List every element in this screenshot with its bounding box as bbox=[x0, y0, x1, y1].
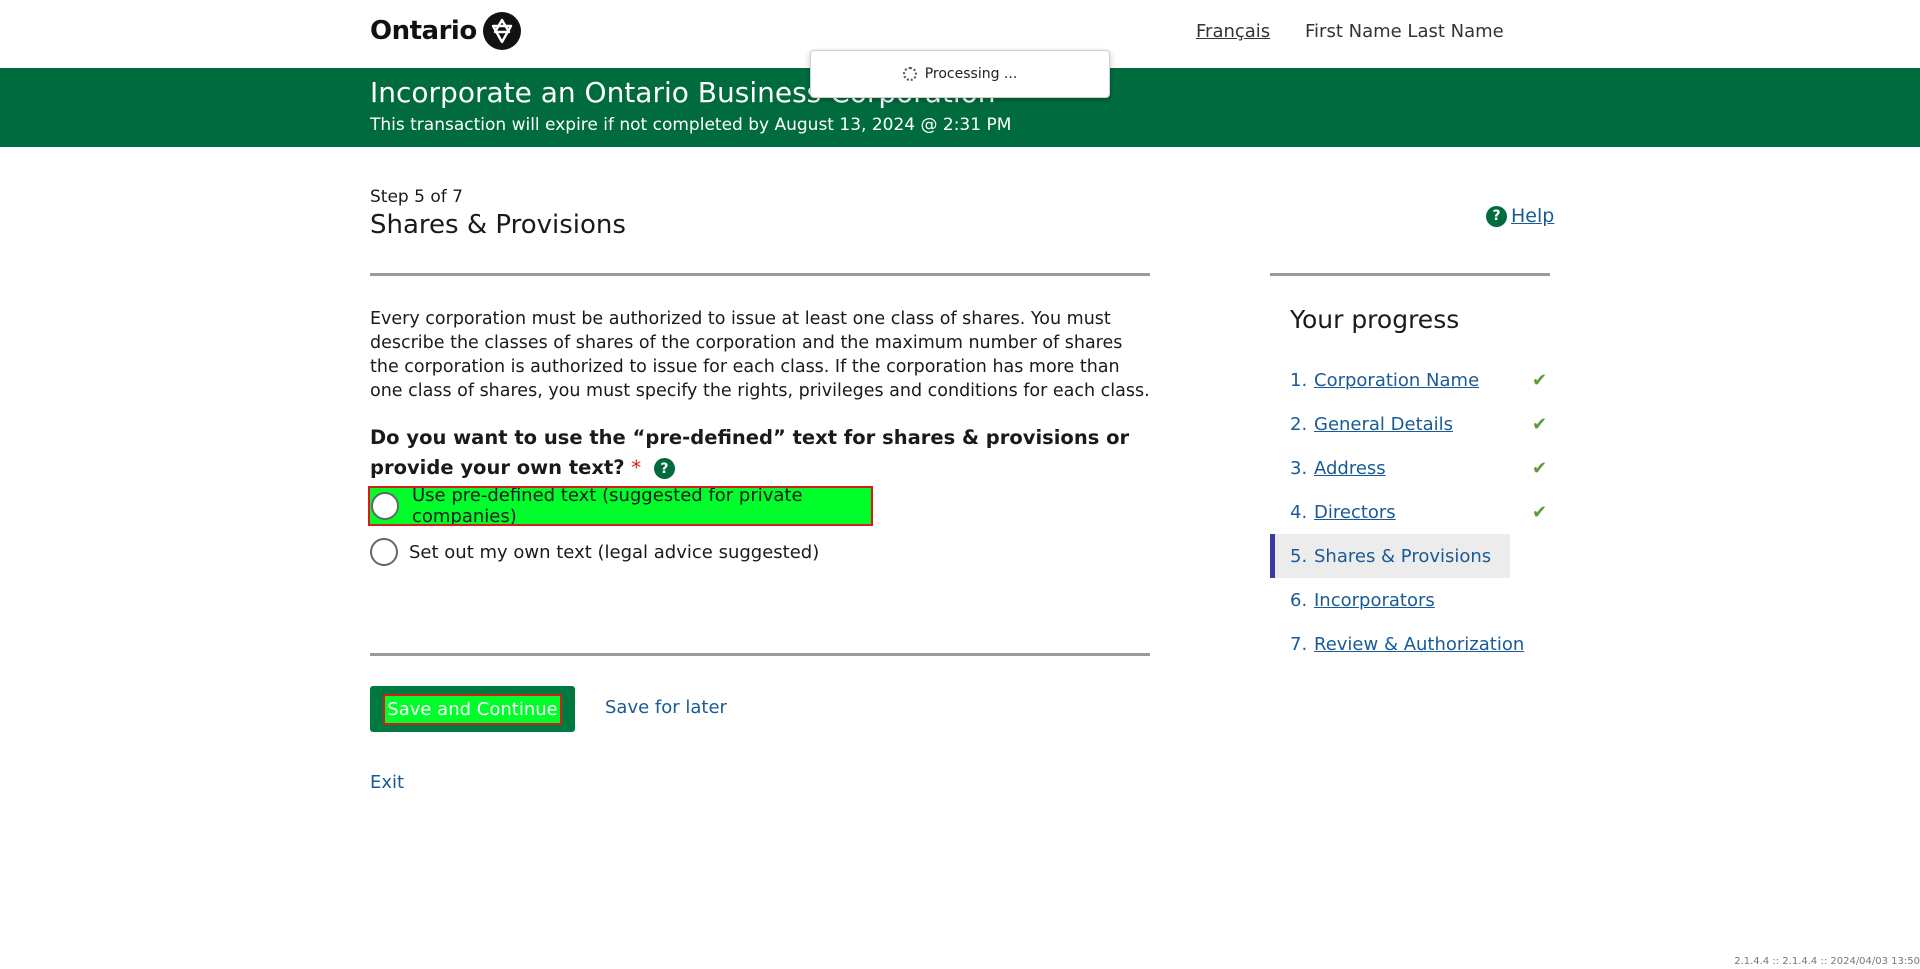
radio-label-predefined[interactable]: Use pre-defined text (suggested for priv… bbox=[412, 485, 871, 527]
radio-button-predefined[interactable] bbox=[371, 492, 399, 520]
checkmark-icon: ✔ bbox=[1532, 458, 1548, 479]
progress-item-link[interactable]: Review & Authorization bbox=[1314, 634, 1524, 655]
required-asterisk: * bbox=[631, 456, 642, 479]
question-help-icon[interactable]: ? bbox=[653, 458, 675, 479]
progress-item-number: 1. bbox=[1290, 369, 1308, 391]
save-and-continue-label[interactable]: Save and Continue bbox=[383, 693, 562, 725]
version-text: 2.1.4.4 :: 2.1.4.4 :: 2024/04/03 13:50 bbox=[1734, 956, 1920, 967]
progress-item-current-label: Shares & Provisions bbox=[1314, 545, 1492, 567]
divider-bottom bbox=[370, 653, 1150, 656]
ontario-logo[interactable]: Ontario bbox=[370, 10, 521, 52]
save-for-later-link[interactable]: Save for later bbox=[605, 697, 727, 718]
logo-text: Ontario bbox=[370, 16, 477, 46]
help-link[interactable]: Help bbox=[1511, 205, 1554, 227]
save-and-continue-button[interactable]: Save and Continue bbox=[370, 686, 575, 732]
language-toggle-link[interactable]: Français bbox=[1196, 21, 1270, 42]
progress-item-corporation-name[interactable]: 1. Corporation Name ✔ bbox=[1270, 358, 1547, 402]
progress-item-address[interactable]: 3. Address ✔ bbox=[1270, 446, 1547, 490]
progress-item-link[interactable]: Address bbox=[1314, 458, 1386, 479]
checkmark-icon: ✔ bbox=[1532, 370, 1548, 391]
progress-title: Your progress bbox=[1290, 305, 1460, 334]
progress-item-shares-provisions: 5. Shares & Provisions bbox=[1270, 534, 1510, 578]
progress-item-directors[interactable]: 4. Directors ✔ bbox=[1270, 490, 1547, 534]
page-title: Shares & Provisions bbox=[370, 210, 626, 240]
processing-toast: Processing ... bbox=[810, 50, 1110, 98]
progress-list: 1. Corporation Name ✔ 2. General Details… bbox=[1270, 358, 1547, 666]
shares-description: Every corporation must be authorized to … bbox=[370, 309, 1150, 401]
trillium-icon bbox=[482, 12, 521, 50]
question-circle-icon[interactable]: ? bbox=[1486, 205, 1507, 227]
checkmark-icon: ✔ bbox=[1532, 502, 1548, 523]
checkmark-icon: ✔ bbox=[1532, 414, 1548, 435]
progress-item-number: 3. bbox=[1290, 457, 1308, 479]
progress-item-number: 7. bbox=[1290, 633, 1308, 655]
spinner-icon bbox=[902, 67, 917, 81]
exit-link[interactable]: Exit bbox=[370, 772, 404, 793]
question-label: Do you want to use the “pre-defined” tex… bbox=[370, 423, 1160, 483]
user-name[interactable]: First Name Last Name bbox=[1305, 21, 1504, 42]
progress-item-general-details[interactable]: 2. General Details ✔ bbox=[1270, 402, 1547, 446]
progress-item-link[interactable]: General Details bbox=[1314, 414, 1453, 435]
progress-item-link[interactable]: Incorporators bbox=[1314, 590, 1435, 611]
step-indicator: Step 5 of 7 bbox=[370, 187, 463, 207]
progress-item-number: 4. bbox=[1290, 501, 1308, 523]
radio-button-own-text[interactable] bbox=[370, 538, 398, 566]
progress-item-review-authorization[interactable]: 7. Review & Authorization bbox=[1270, 622, 1530, 666]
progress-item-number: 2. bbox=[1290, 413, 1308, 435]
divider-top bbox=[370, 273, 1150, 276]
radio-option-predefined[interactable]: Use pre-defined text (suggested for priv… bbox=[368, 485, 873, 527]
banner-expiry-text: This transaction will expire if not comp… bbox=[370, 115, 1012, 135]
sidebar-divider bbox=[1270, 273, 1550, 276]
progress-item-number: 5. bbox=[1290, 545, 1308, 567]
radio-option-own-text[interactable]: Set out my own text (legal advice sugges… bbox=[370, 536, 819, 568]
progress-item-number: 6. bbox=[1290, 589, 1308, 611]
progress-item-incorporators[interactable]: 6. Incorporators bbox=[1270, 578, 1530, 622]
processing-text: Processing ... bbox=[924, 66, 1018, 82]
progress-item-link[interactable]: Directors bbox=[1314, 502, 1396, 523]
radio-label-own-text[interactable]: Set out my own text (legal advice sugges… bbox=[409, 542, 819, 563]
help-link-group[interactable]: ? Help bbox=[1486, 205, 1554, 227]
question-text: Do you want to use the “pre-defined” tex… bbox=[370, 426, 1130, 479]
progress-item-link[interactable]: Corporation Name bbox=[1314, 370, 1479, 391]
